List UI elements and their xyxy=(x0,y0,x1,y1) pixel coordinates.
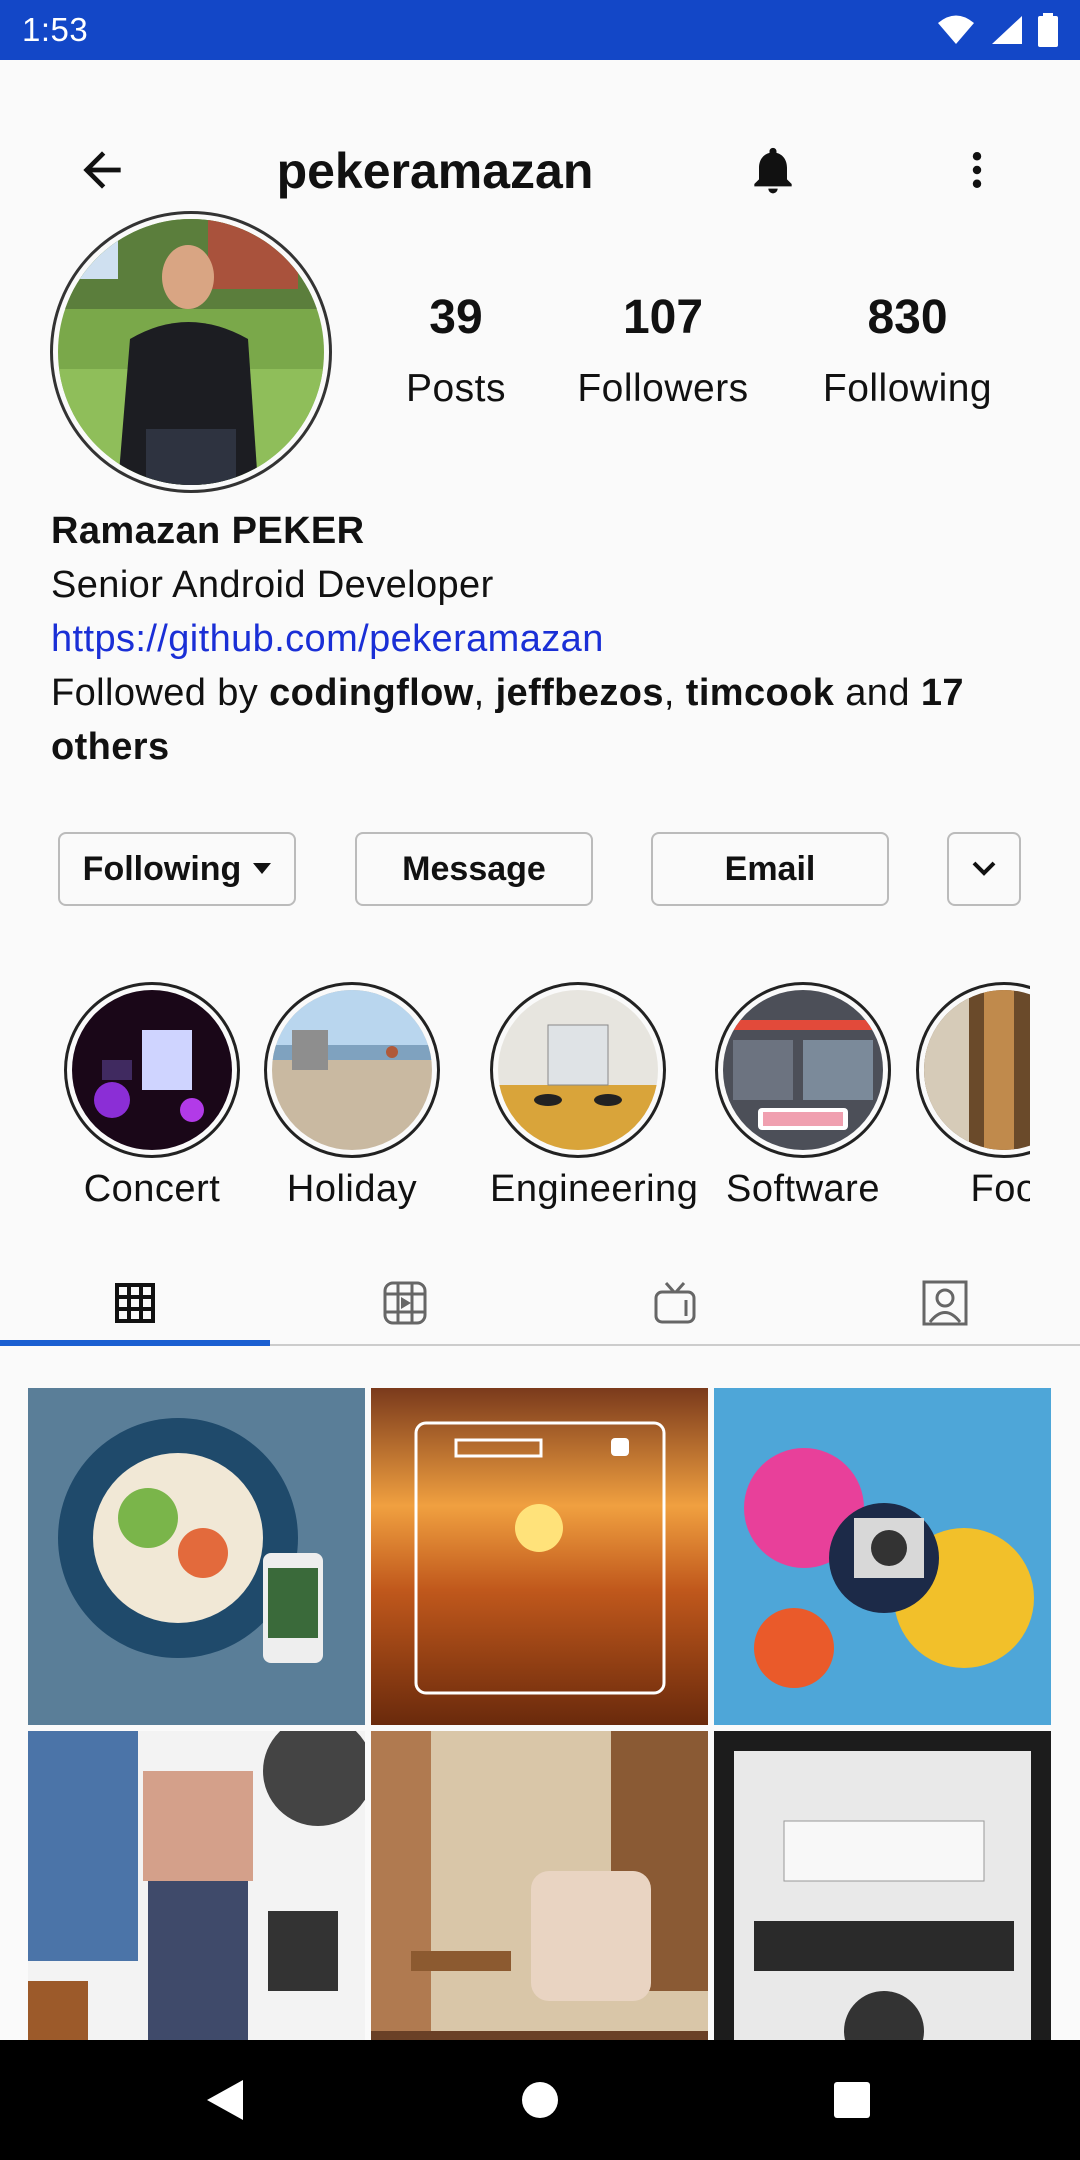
posts-label: Posts xyxy=(405,367,507,410)
profile-link[interactable]: https://github.com/pekeramazan xyxy=(51,612,1041,666)
following-stat[interactable]: 830 Following xyxy=(800,290,1015,411)
post-thumbnail[interactable] xyxy=(28,1731,365,2068)
suggestions-dropdown-button[interactable] xyxy=(947,832,1021,906)
nav-back-icon[interactable] xyxy=(185,2060,265,2140)
profile-name: Ramazan PEKER xyxy=(51,510,365,552)
grid-icon xyxy=(115,1283,155,1323)
followers-count: 107 xyxy=(622,291,704,344)
highlight-label: Foo xyxy=(970,1168,1031,1210)
tv-icon xyxy=(654,1282,696,1324)
follower-name: codingflow xyxy=(269,672,474,714)
follower-name: jeffbezos xyxy=(495,672,664,714)
following-label: Following xyxy=(822,367,993,410)
post-thumbnail[interactable] xyxy=(371,1388,708,1725)
tab-igtv[interactable] xyxy=(540,1260,810,1346)
and-text: and xyxy=(834,672,921,714)
highlight-food[interactable]: Foo xyxy=(916,982,1030,1211)
status-time: 1:53 xyxy=(22,11,89,48)
tab-tagged[interactable] xyxy=(810,1260,1080,1346)
highlight-engineering[interactable]: Engineering xyxy=(490,982,699,1211)
more-options-icon[interactable] xyxy=(955,142,999,198)
chevron-down-icon xyxy=(972,861,996,876)
separator: , xyxy=(473,672,496,714)
active-tab-indicator xyxy=(0,1340,270,1346)
nav-home-icon[interactable] xyxy=(500,2060,580,2140)
email-button[interactable]: Email xyxy=(651,832,889,906)
wifi-icon xyxy=(938,15,974,44)
highlight-software[interactable]: Software xyxy=(715,982,891,1211)
highlight-holiday[interactable]: Holiday xyxy=(264,982,440,1211)
post-thumbnail[interactable] xyxy=(28,1388,365,1725)
tagged-icon xyxy=(922,1280,968,1326)
followed-by-prefix: Followed by xyxy=(51,672,270,714)
signal-icon xyxy=(992,16,1022,44)
battery-icon xyxy=(1038,13,1058,47)
bell-icon[interactable] xyxy=(745,142,801,198)
following-button[interactable]: Following xyxy=(58,832,296,906)
message-button[interactable]: Message xyxy=(355,832,593,906)
email-button-label: Email xyxy=(724,849,816,888)
reels-icon xyxy=(383,1281,427,1325)
followers-label: Followers xyxy=(577,367,749,410)
profile-bio-text: Senior Android Developer xyxy=(51,564,494,606)
following-count: 830 xyxy=(867,291,948,344)
post-thumbnail[interactable] xyxy=(371,1731,708,2068)
caret-down-icon xyxy=(253,863,272,874)
highlight-label: Concert xyxy=(83,1168,221,1210)
highlight-label: Holiday xyxy=(286,1168,418,1210)
profile-tabs xyxy=(0,1260,1080,1346)
status-bar: 1:53 xyxy=(0,0,1080,60)
post-thumbnail[interactable] xyxy=(714,1731,1051,2068)
highlight-food-clip: Foo xyxy=(910,982,1030,1222)
highlight-label: Software xyxy=(726,1168,880,1210)
post-thumbnail[interactable] xyxy=(714,1388,1051,1725)
follower-name: timcook xyxy=(685,672,835,714)
posts-count: 39 xyxy=(429,291,483,344)
nav-recents-icon[interactable] xyxy=(812,2060,892,2140)
profile-avatar[interactable] xyxy=(50,211,332,493)
posts-stat[interactable]: 39 Posts xyxy=(376,290,536,411)
separator: , xyxy=(663,672,686,714)
highlight-label: Engineering xyxy=(490,1168,699,1210)
system-navigation-bar xyxy=(0,2040,1080,2160)
top-app-bar: pekeramazan xyxy=(0,110,1080,230)
message-button-label: Message xyxy=(402,849,546,888)
profile-bio: Ramazan PEKER Senior Android Developer h… xyxy=(51,504,1041,774)
followers-stat[interactable]: 107 Followers xyxy=(553,290,773,411)
tab-grid[interactable] xyxy=(0,1260,270,1346)
followed-by-text[interactable]: Followed by codingflow, jeffbezos, timco… xyxy=(51,666,1041,774)
profile-username: pekeramazan xyxy=(276,143,594,199)
following-button-label: Following xyxy=(82,849,242,888)
tab-reels[interactable] xyxy=(270,1260,540,1346)
highlight-concert[interactable]: Concert xyxy=(64,982,240,1211)
